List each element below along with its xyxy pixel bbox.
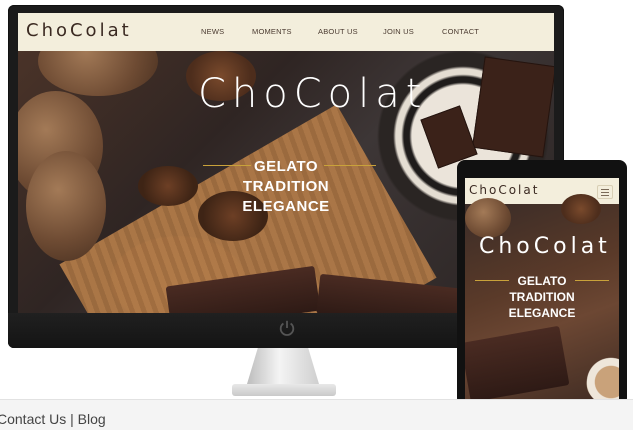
mobile-hero-line-tradition: TRADITION [509, 290, 575, 304]
mobile-brand-logo[interactable]: ChoColat [469, 183, 539, 197]
footer-separator: | [70, 411, 74, 427]
walnut-image [26, 151, 106, 261]
desktop-brand-logo[interactable]: ChoColat [26, 20, 132, 41]
desktop-navbar: ChoColat NEWS MOMENTS ABOUT US JOIN US C… [18, 13, 554, 51]
walnut-half-image [138, 166, 198, 206]
nav-item-news[interactable]: NEWS [201, 27, 224, 36]
mobile-phone-mockup: ChoColat ChoColat GELATO TRADITION ELEGA… [457, 160, 627, 406]
footer-link-contact-us[interactable]: Contact Us [0, 411, 66, 427]
monitor-stand-neck [247, 348, 319, 384]
hero-line-elegance: ELEGANCE [242, 198, 330, 215]
mobile-hero-line-gelato: GELATO [517, 274, 567, 288]
walnut-image [38, 51, 158, 96]
mobile-hero-line-elegance: ELEGANCE [508, 306, 576, 320]
hero-logo: ChoColat [198, 71, 428, 117]
brownie-image [465, 325, 570, 403]
monitor-stand-base [232, 384, 336, 396]
nav-item-join-us[interactable]: JOIN US [383, 27, 414, 36]
power-icon [279, 320, 295, 336]
chocolate-bar-image [471, 56, 554, 158]
hamburger-menu-icon[interactable] [597, 185, 613, 199]
nav-item-moments[interactable]: MOMENTS [252, 27, 292, 36]
hero-line-tradition: TRADITION [242, 178, 330, 195]
hero-line-gelato: GELATO [253, 158, 319, 175]
mobile-hero-logo: ChoColat [479, 234, 611, 259]
footer-link-blog[interactable]: Blog [78, 411, 106, 427]
page-footer: Contact Us | Blog [0, 399, 633, 430]
footer-links: Contact Us | Blog [0, 411, 106, 427]
walnut-image [465, 198, 511, 238]
nav-item-about-us[interactable]: ABOUT US [318, 27, 358, 36]
mobile-screen: ChoColat ChoColat GELATO TRADITION ELEGA… [465, 178, 619, 406]
walnut-half-image [561, 194, 601, 224]
nav-item-contact[interactable]: CONTACT [442, 27, 479, 36]
